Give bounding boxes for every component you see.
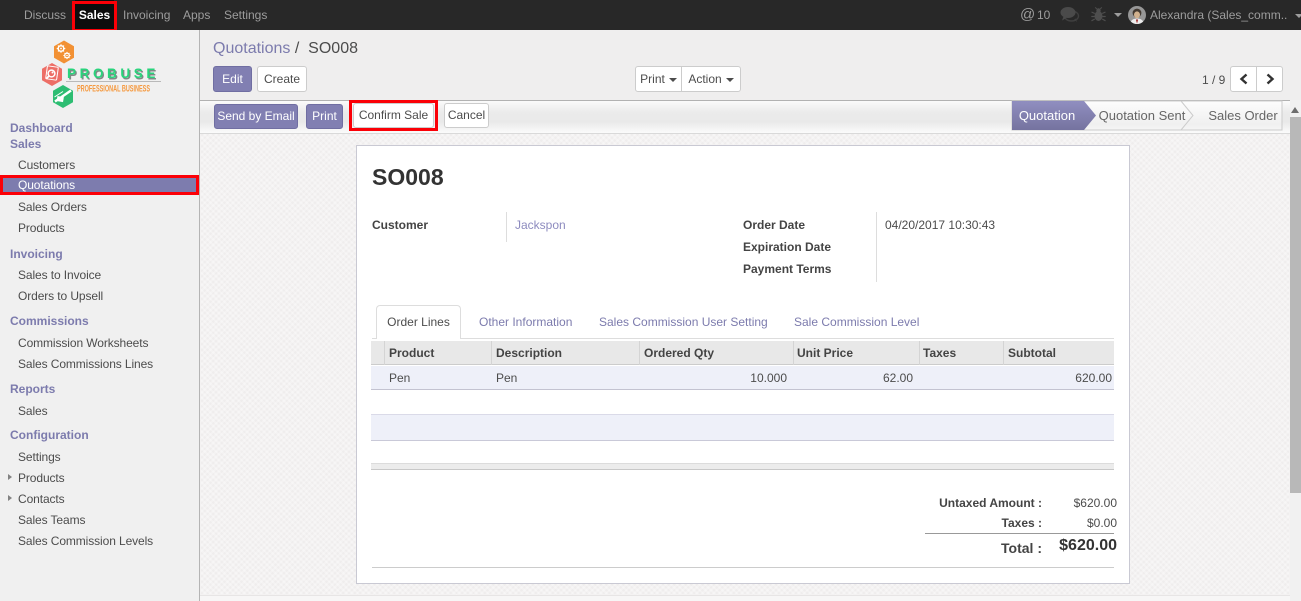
svg-text:PROFESSIONAL BUSINESS: PROFESSIONAL BUSINESS [77, 84, 150, 94]
svg-text:Quotation: Quotation [1019, 108, 1075, 123]
svg-text:Quotation Sent: Quotation Sent [1099, 108, 1186, 123]
svg-text:Sales Order: Sales Order [1208, 108, 1278, 123]
svg-text:PROBUSE: PROBUSE [67, 66, 159, 81]
